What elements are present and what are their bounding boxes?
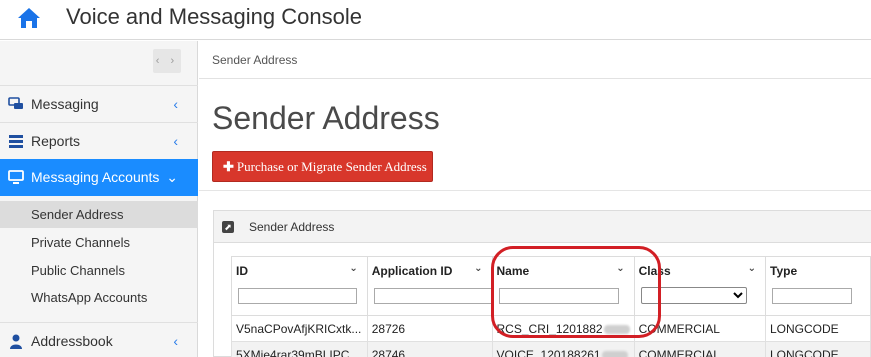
expand-icon[interactable]: ⬈ <box>222 221 234 233</box>
page-title: Sender Address <box>212 100 440 136</box>
column-header-application-id[interactable]: Application ID ⌄ <box>366 256 495 316</box>
panel-title: Sender Address <box>249 220 335 234</box>
sidebar-collapse-button[interactable]: ‹ › <box>153 49 181 73</box>
purchase-sender-address-button[interactable]: ✚ Purchase or Migrate Sender Address <box>212 151 433 182</box>
sidebar-item-label: Messaging Accounts <box>31 169 160 185</box>
redacted-mark <box>601 350 628 357</box>
type-filter-input[interactable] <box>772 288 852 304</box>
sidebar-item-messaging[interactable]: Messaging ‹ <box>0 85 198 122</box>
cell-id: 5XMje4rar39mBLIPC... <box>231 341 368 357</box>
purchase-button-label: Purchase or Migrate Sender Address <box>236 159 427 174</box>
chevron-down-icon[interactable]: ⌄ <box>349 263 357 274</box>
cell-class: COMMERCIAL <box>633 341 767 357</box>
column-header-type[interactable]: Type <box>765 256 871 316</box>
column-label: Application ID <box>371 264 453 278</box>
chevron-left-icon: ‹ <box>173 96 178 112</box>
column-label: ID <box>236 264 248 278</box>
application-id-filter-input[interactable] <box>373 288 495 304</box>
sidebar: ‹ › Messaging ‹ Reports ‹ Messaging Acco… <box>0 41 198 357</box>
app-title: Voice and Messaging Console <box>66 4 362 29</box>
plus-icon: ✚ <box>223 159 234 174</box>
sidebar-item-label: Reports <box>31 133 81 149</box>
chat-icon <box>8 97 23 109</box>
cell-type: LONGCODE <box>765 315 871 342</box>
column-header-id[interactable]: ID ⌄ <box>231 256 368 316</box>
sidebar-subitem-public-channels[interactable]: Public Channels <box>0 257 198 284</box>
home-icon[interactable] <box>16 6 42 30</box>
sidebar-subitem-whatsapp-accounts[interactable]: WhatsApp Accounts <box>0 284 198 311</box>
sidebar-item-label: Addressbook <box>31 333 113 349</box>
table-row[interactable]: 5XMje4rar39mBLIPC... 28746 VOICE_1201882… <box>231 341 871 357</box>
column-label: Type <box>770 264 798 278</box>
chevron-down-icon: ⌄ <box>166 169 178 185</box>
breadcrumb-bar: Sender Address <box>199 41 871 79</box>
monitor-icon <box>8 170 24 184</box>
chevron-down-icon[interactable]: ⌄ <box>474 263 482 274</box>
breadcrumb[interactable]: Sender Address <box>212 53 297 67</box>
cell-application-id: 28746 <box>366 341 493 357</box>
cell-name: VOICE_120188261 <box>491 341 635 357</box>
id-filter-input[interactable] <box>238 288 357 304</box>
report-icon <box>9 135 23 148</box>
sidebar-subitem-private-channels[interactable]: Private Channels <box>0 229 198 256</box>
chevron-down-icon[interactable]: ⌄ <box>748 263 756 274</box>
person-icon <box>10 334 22 349</box>
sidebar-item-reports[interactable]: Reports ‹ <box>0 122 198 159</box>
sidebar-item-addressbook[interactable]: Addressbook ‹ <box>0 322 198 357</box>
cell-id: V5naCPovAfjKRICxtk... <box>231 315 368 342</box>
chevron-left-icon: ‹ <box>173 133 178 149</box>
cell-application-id: 28726 <box>366 315 493 342</box>
panel-header: ⬈ Sender Address <box>214 211 871 243</box>
annotation-highlight-ring <box>491 246 661 338</box>
sidebar-item-messaging-accounts[interactable]: Messaging Accounts ⌄ <box>0 159 198 196</box>
chevron-left-icon: ‹ <box>173 333 178 349</box>
sidebar-item-label: Messaging <box>31 96 99 112</box>
divider <box>199 190 871 191</box>
top-bar: Voice and Messaging Console <box>0 0 871 40</box>
sidebar-subitem-sender-address[interactable]: Sender Address <box>0 201 198 228</box>
cell-name-text: VOICE_120188261 <box>496 347 601 357</box>
cell-type: LONGCODE <box>765 341 871 357</box>
